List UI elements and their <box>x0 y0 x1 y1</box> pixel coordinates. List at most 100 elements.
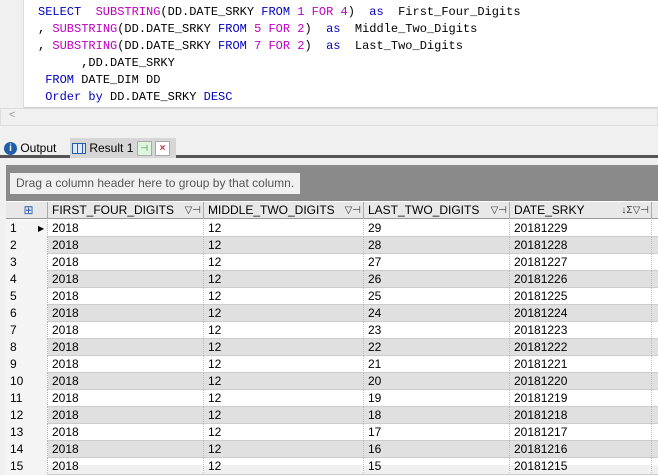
table-cell[interactable]: 20181216 <box>510 441 652 458</box>
row-number[interactable]: 6 <box>6 305 48 322</box>
row-number[interactable]: 14 <box>6 441 48 458</box>
row-number[interactable]: 11 <box>6 390 48 407</box>
table-cell[interactable]: 2018 <box>48 220 204 237</box>
sql-editor[interactable]: SELECT SUBSTRING(DD.DATE_SRKY FROM 1 FOR… <box>0 0 658 108</box>
column-chooser-button[interactable]: ⊞ <box>6 202 48 219</box>
table-cell[interactable]: 20181218 <box>510 407 652 424</box>
table-cell[interactable]: 20181229 <box>510 220 652 237</box>
table-cell[interactable]: 2018 <box>48 254 204 271</box>
row-number[interactable]: 10 <box>6 373 48 390</box>
sql-code[interactable]: SELECT SUBSTRING(DD.DATE_SRKY FROM 1 FOR… <box>38 4 521 106</box>
table-cell[interactable]: 20181222 <box>510 339 652 356</box>
table-row[interactable]: 5 2018 12 25 20181225 <box>6 288 658 305</box>
scroll-left-icon[interactable]: < <box>9 109 15 121</box>
row-number[interactable]: 3 <box>6 254 48 271</box>
table-cell[interactable]: 2018 <box>48 237 204 254</box>
filter-pin-icon[interactable]: ▽⊣ <box>185 202 201 219</box>
table-cell[interactable]: 20181226 <box>510 271 652 288</box>
table-row[interactable]: 10 2018 12 20 20181220 <box>6 373 658 390</box>
table-cell[interactable]: 20181221 <box>510 356 652 373</box>
table-cell[interactable]: 2018 <box>48 373 204 390</box>
table-cell[interactable]: 23 <box>364 322 510 339</box>
table-cell[interactable]: 21 <box>364 356 510 373</box>
close-icon[interactable]: × <box>155 141 171 157</box>
table-cell[interactable]: 16 <box>364 441 510 458</box>
results-grid[interactable]: Drag a column header here to group by th… <box>6 165 658 475</box>
table-cell[interactable]: 12 <box>204 237 364 254</box>
table-cell[interactable]: 2018 <box>48 288 204 305</box>
table-row[interactable]: 7 2018 12 23 20181223 <box>6 322 658 339</box>
table-cell[interactable]: 12 <box>204 407 364 424</box>
table-cell[interactable]: 20181227 <box>510 254 652 271</box>
table-cell[interactable]: 20181217 <box>510 424 652 441</box>
table-cell[interactable]: 28 <box>364 237 510 254</box>
column-header[interactable]: LAST_TWO_DIGITS ▽⊣ <box>364 202 510 219</box>
table-row[interactable]: 15 2018 12 15 20181215 <box>6 458 658 475</box>
table-cell[interactable]: 2018 <box>48 458 204 475</box>
column-header[interactable]: MIDDLE_TWO_DIGITS ▽⊣ <box>204 202 364 219</box>
table-cell[interactable]: 12 <box>204 305 364 322</box>
tab-result-1[interactable]: Result 1 ⊣ × <box>70 138 176 158</box>
table-row[interactable]: 12 2018 12 18 20181218 <box>6 407 658 424</box>
table-row[interactable]: 1 2018 12 29 20181229 ▶ <box>6 220 658 237</box>
row-number[interactable]: 13 <box>6 424 48 441</box>
table-row[interactable]: 2 2018 12 28 20181228 <box>6 237 658 254</box>
table-cell[interactable]: 27 <box>364 254 510 271</box>
table-cell[interactable]: 12 <box>204 288 364 305</box>
table-cell[interactable]: 20181215 <box>510 458 652 475</box>
table-cell[interactable]: 12 <box>204 220 364 237</box>
table-cell[interactable]: 12 <box>204 458 364 475</box>
row-number[interactable]: 15 <box>6 458 48 475</box>
row-number[interactable]: 7 <box>6 322 48 339</box>
table-cell[interactable]: 20181224 <box>510 305 652 322</box>
table-cell[interactable]: 2018 <box>48 305 204 322</box>
table-cell[interactable]: 20181225 <box>510 288 652 305</box>
table-cell[interactable]: 12 <box>204 373 364 390</box>
row-number[interactable]: 2 <box>6 237 48 254</box>
table-cell[interactable]: 20181228 <box>510 237 652 254</box>
table-row[interactable]: 4 2018 12 26 20181226 <box>6 271 658 288</box>
table-row[interactable]: 13 2018 12 17 20181217 <box>6 424 658 441</box>
column-header[interactable]: FIRST_FOUR_DIGITS ▽⊣ <box>48 202 204 219</box>
table-cell[interactable]: 2018 <box>48 322 204 339</box>
group-by-panel[interactable]: Drag a column header here to group by th… <box>6 165 658 201</box>
table-row[interactable]: 9 2018 12 21 20181221 <box>6 356 658 373</box>
table-cell[interactable]: 20 <box>364 373 510 390</box>
table-row[interactable]: 6 2018 12 24 20181224 <box>6 305 658 322</box>
row-number[interactable]: 9 <box>6 356 48 373</box>
table-row[interactable]: 14 2018 12 16 20181216 <box>6 441 658 458</box>
table-cell[interactable]: 12 <box>204 390 364 407</box>
filter-pin-icon[interactable]: ▽⊣ <box>345 202 361 219</box>
table-cell[interactable]: 26 <box>364 271 510 288</box>
table-cell[interactable]: 20181223 <box>510 322 652 339</box>
table-row[interactable]: 3 2018 12 27 20181227 <box>6 254 658 271</box>
table-cell[interactable]: 15 <box>364 458 510 475</box>
table-cell[interactable]: 12 <box>204 339 364 356</box>
column-header[interactable]: DATE_SRKY ↓Σ▽⊣ <box>510 202 652 219</box>
table-cell[interactable]: 2018 <box>48 407 204 424</box>
table-cell[interactable]: 2018 <box>48 271 204 288</box>
table-cell[interactable]: 12 <box>204 271 364 288</box>
table-cell[interactable]: 12 <box>204 424 364 441</box>
table-cell[interactable]: 2018 <box>48 441 204 458</box>
table-cell[interactable]: 12 <box>204 254 364 271</box>
filter-pin-icon[interactable]: ▽⊣ <box>491 202 507 219</box>
table-cell[interactable]: 2018 <box>48 424 204 441</box>
table-cell[interactable]: 2018 <box>48 356 204 373</box>
pin-icon[interactable]: ⊣ <box>136 141 152 157</box>
table-cell[interactable]: 17 <box>364 424 510 441</box>
editor-horizontal-scrollbar[interactable]: < <box>0 108 658 126</box>
table-row[interactable]: 8 2018 12 22 20181222 <box>6 339 658 356</box>
table-row[interactable]: 11 2018 12 19 20181219 <box>6 390 658 407</box>
sort-sum-filter-pin-icon[interactable]: ↓Σ▽⊣ <box>621 202 649 219</box>
table-cell[interactable]: 24 <box>364 305 510 322</box>
row-number[interactable]: 5 <box>6 288 48 305</box>
table-cell[interactable]: 12 <box>204 322 364 339</box>
table-cell[interactable]: 2018 <box>48 390 204 407</box>
row-number[interactable]: 8 <box>6 339 48 356</box>
table-cell[interactable]: 12 <box>204 441 364 458</box>
table-cell[interactable]: 12 <box>204 356 364 373</box>
tab-output[interactable]: i Output <box>4 138 56 158</box>
row-number[interactable]: 4 <box>6 271 48 288</box>
table-cell[interactable]: 19 <box>364 390 510 407</box>
